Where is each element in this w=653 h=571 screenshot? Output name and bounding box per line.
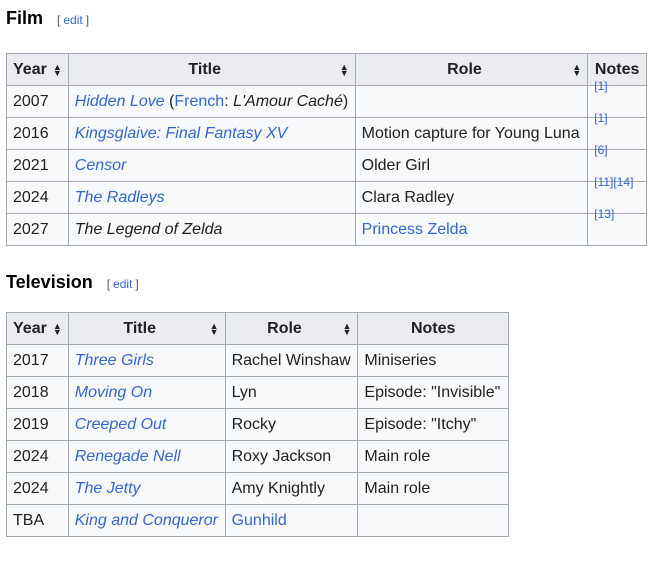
role-cell bbox=[354, 85, 589, 118]
title-cell: Censor bbox=[67, 149, 356, 182]
notes-cell: [13] bbox=[587, 208, 647, 246]
reference-link[interactable]: [13] bbox=[594, 207, 614, 221]
title-link[interactable]: Renegade Nell bbox=[75, 448, 181, 465]
title-link[interactable]: Censor bbox=[75, 157, 127, 174]
year-cell: 2019 bbox=[6, 408, 69, 441]
language-link[interactable]: French bbox=[174, 93, 224, 110]
table-row: 2007 Hidden Love (French: L'Amour Caché)… bbox=[6, 80, 647, 118]
role-cell: Rocky bbox=[224, 408, 359, 441]
film-edit-link[interactable]: edit bbox=[63, 13, 82, 27]
television-table: Year ▲▼ Title ▲▼ Role ▲▼ Notes 2017 T bbox=[6, 312, 509, 537]
tv-col-notes: Notes bbox=[357, 312, 509, 345]
notes-cell: Main role bbox=[357, 472, 509, 505]
role-cell: Older Girl bbox=[354, 149, 589, 182]
sort-arrows-icon[interactable]: ▲ ▼ bbox=[572, 62, 581, 77]
role-cell: Rachel Winshaw bbox=[224, 344, 359, 377]
role-cell: Motion capture for Young Luna bbox=[354, 117, 589, 150]
title-link[interactable]: Three Girls bbox=[75, 352, 154, 369]
title-cell: Kingsglaive: Final Fantasy XV bbox=[67, 117, 356, 150]
sort-arrows-icon[interactable]: ▲ ▼ bbox=[53, 321, 62, 336]
television-section-header: Television [edit] bbox=[6, 272, 647, 300]
year-cell: 2024 bbox=[6, 181, 69, 214]
year-cell: TBA bbox=[6, 504, 69, 537]
table-row: 2019 Creeped Out Rocky Episode: "Itchy" bbox=[6, 408, 509, 441]
role-cell: Roxy Jackson bbox=[224, 440, 359, 473]
notes-cell bbox=[357, 504, 509, 537]
television-heading: Television bbox=[6, 272, 93, 292]
tv-col-role[interactable]: Role ▲ ▼ bbox=[224, 312, 359, 345]
role-link[interactable]: Gunhild bbox=[232, 512, 287, 529]
reference-link[interactable]: [1] bbox=[594, 79, 607, 93]
title-link[interactable]: Kingsglaive: Final Fantasy XV bbox=[75, 125, 288, 142]
film-section-header: Film [edit] bbox=[6, 8, 647, 36]
sort-arrows-icon[interactable]: ▲ ▼ bbox=[210, 321, 219, 336]
film-heading: Film bbox=[6, 8, 44, 28]
year-cell: 2027 bbox=[6, 213, 69, 246]
title-cell: Creeped Out bbox=[67, 408, 226, 441]
title-link[interactable]: The Jetty bbox=[75, 480, 141, 497]
tv-col-title[interactable]: Title ▲ ▼ bbox=[67, 312, 226, 345]
notes-cell: Miniseries bbox=[357, 344, 509, 377]
role-cell: Amy Knightly bbox=[224, 472, 359, 505]
film-table: Year ▲▼ Title ▲▼ Role ▲▼ Notes 2007 H bbox=[6, 53, 647, 246]
year-cell: 2007 bbox=[6, 85, 69, 118]
title-cell: The Legend of Zelda bbox=[67, 213, 356, 246]
title-link[interactable]: King and Conqueror bbox=[75, 512, 218, 529]
title-cell: Three Girls bbox=[67, 344, 226, 377]
table-row: 2024 The Radleys Clara Radley [11][14] bbox=[6, 176, 647, 214]
year-cell: 2024 bbox=[6, 472, 69, 505]
table-row: 2017 Three Girls Rachel Winshaw Miniseri… bbox=[6, 344, 509, 377]
tv-col-year[interactable]: Year ▲ ▼ bbox=[6, 312, 69, 345]
title-cell: Hidden Love (French: L'Amour Caché) bbox=[67, 85, 356, 118]
alt-title: L'Amour Caché bbox=[233, 92, 343, 110]
sort-arrows-icon[interactable]: ▲ ▼ bbox=[53, 62, 62, 77]
title-link[interactable]: Hidden Love bbox=[75, 93, 165, 110]
title-link[interactable]: Creeped Out bbox=[75, 416, 167, 433]
year-cell: 2016 bbox=[6, 117, 69, 150]
notes-cell: Main role bbox=[357, 440, 509, 473]
table-row: 2024 The Jetty Amy Knightly Main role bbox=[6, 472, 509, 505]
year-cell: 2017 bbox=[6, 344, 69, 377]
table-row: TBA King and Conqueror Gunhild bbox=[6, 504, 509, 537]
television-edit-link[interactable]: edit bbox=[113, 277, 132, 291]
year-cell: 2024 bbox=[6, 440, 69, 473]
sort-arrows-icon[interactable]: ▲ ▼ bbox=[342, 321, 351, 336]
table-row: 2016 Kingsglaive: Final Fantasy XV Motio… bbox=[6, 112, 647, 150]
role-cell: Clara Radley bbox=[354, 181, 589, 214]
year-cell: 2018 bbox=[6, 376, 69, 409]
title-link[interactable]: The Radleys bbox=[75, 189, 165, 206]
reference-link[interactable]: [1] bbox=[594, 111, 607, 125]
role-cell: Gunhild bbox=[224, 504, 359, 537]
table-row: 2024 Renegade Nell Roxy Jackson Main rol… bbox=[6, 440, 509, 473]
film-edit-section: [edit] bbox=[57, 13, 90, 27]
table-row: 2021 Censor Older Girl [6] bbox=[6, 144, 647, 182]
television-header-row: Year ▲ ▼ Title ▲ ▼ Role ▲ ▼ Notes bbox=[6, 312, 509, 345]
role-cell: Princess Zelda bbox=[354, 213, 589, 246]
title-cell: Moving On bbox=[67, 376, 226, 409]
notes-cell: Episode: "Invisible" bbox=[357, 376, 509, 409]
title-cell: The Jetty bbox=[67, 472, 226, 505]
notes-cell: Episode: "Itchy" bbox=[357, 408, 509, 441]
role-cell: Lyn bbox=[224, 376, 359, 409]
table-row: 2018 Moving On Lyn Episode: "Invisible" bbox=[6, 376, 509, 409]
reference-link[interactable]: [6] bbox=[594, 143, 607, 157]
film-col-role[interactable]: Role ▲ ▼ bbox=[354, 53, 589, 86]
film-col-title[interactable]: Title ▲ ▼ bbox=[67, 53, 356, 86]
reference-link[interactable]: [11][14] bbox=[594, 175, 633, 189]
table-row: 2027 The Legend of Zelda Princess Zelda … bbox=[6, 208, 647, 246]
television-edit-section: [edit] bbox=[106, 277, 139, 291]
title-cell: The Radleys bbox=[67, 181, 356, 214]
year-cell: 2021 bbox=[6, 149, 69, 182]
sort-arrows-icon[interactable]: ▲ ▼ bbox=[340, 62, 349, 77]
role-link[interactable]: Princess Zelda bbox=[362, 221, 468, 238]
title-cell: Renegade Nell bbox=[67, 440, 226, 473]
title-cell: King and Conqueror bbox=[67, 504, 226, 537]
title-link[interactable]: Moving On bbox=[75, 384, 152, 401]
film-col-year[interactable]: Year ▲ ▼ bbox=[6, 53, 69, 86]
film-header-row: Year ▲ ▼ Title ▲ ▼ Role ▲ ▼ Notes bbox=[6, 53, 647, 86]
